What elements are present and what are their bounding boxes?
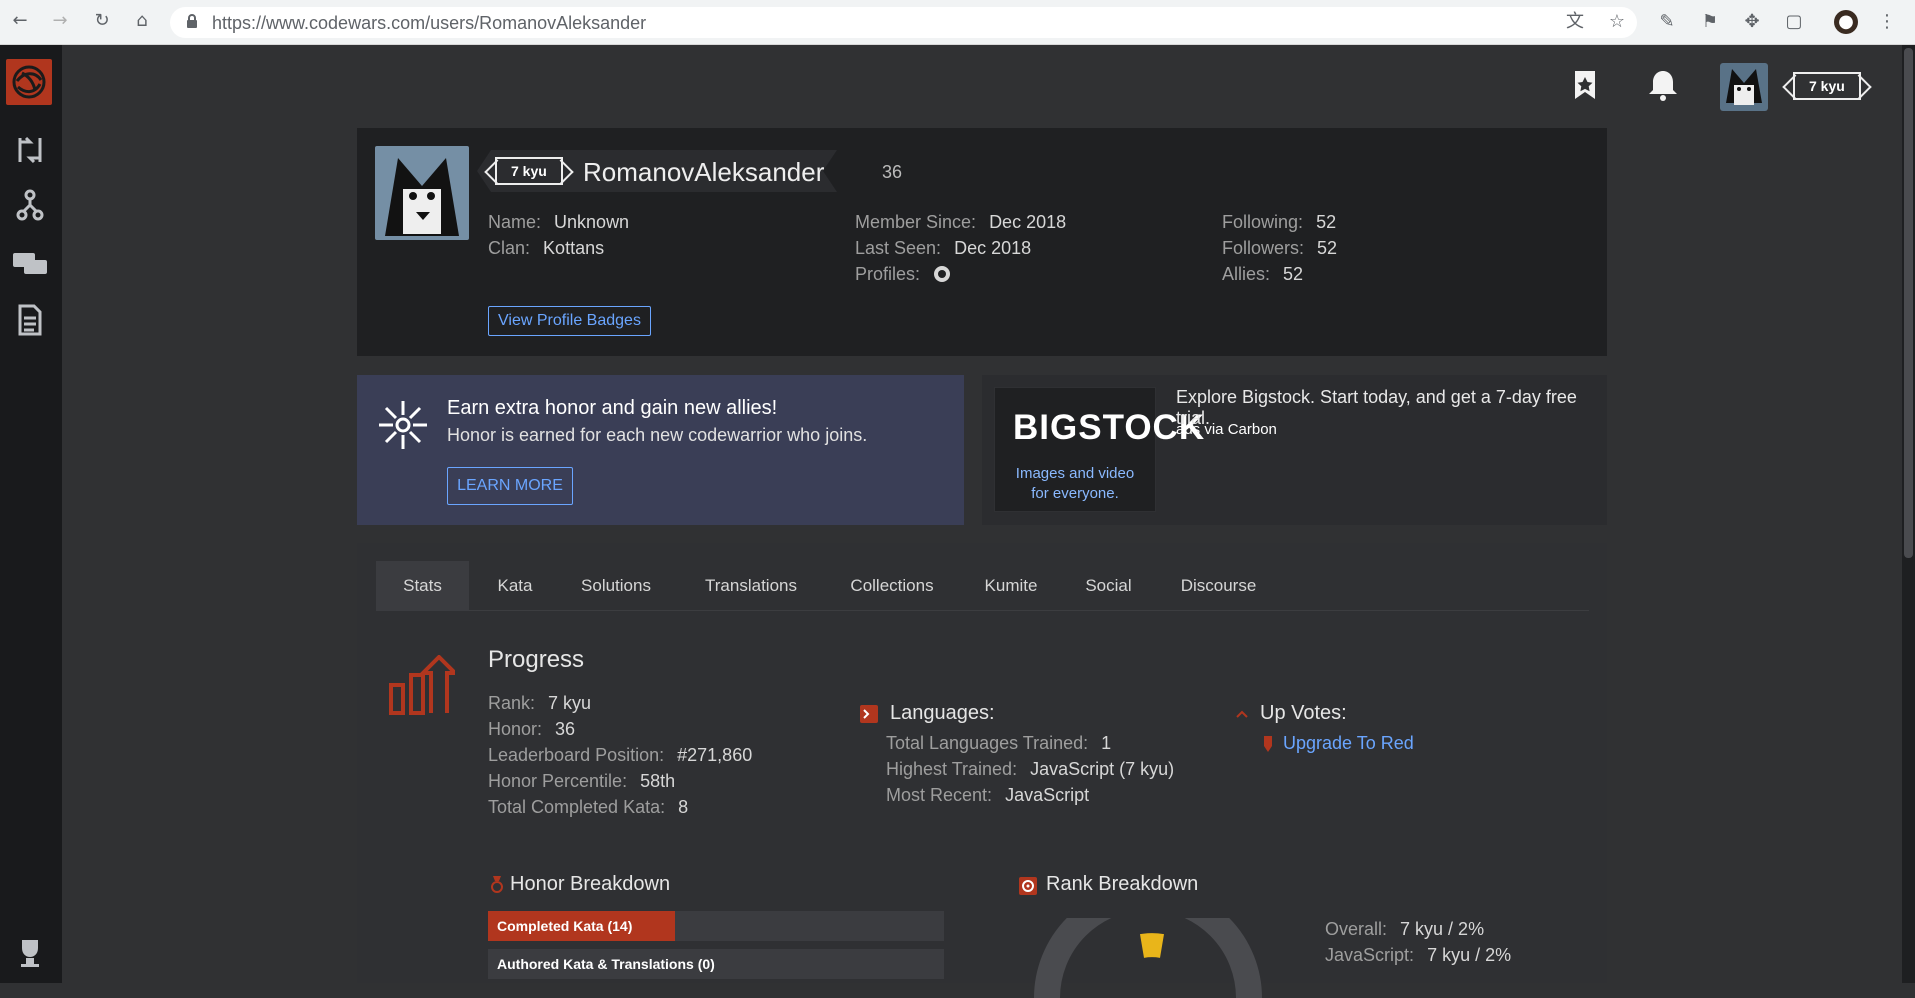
rank-overall: Overall: 7 kyu / 2%	[1325, 919, 1485, 939]
languages-highest: Highest Trained: JavaScript (7 kyu)	[886, 759, 1175, 779]
url-text[interactable]: https://www.codewars.com/users/RomanovAl…	[212, 13, 646, 34]
honor-breakdown-bars: Completed Kata (14) Authored Kata & Tran…	[488, 911, 944, 987]
honor-bar-authored-kata: Authored Kata & Translations (0)	[488, 949, 944, 979]
completed-kata-stat: Total Completed Kata: 8	[488, 797, 689, 817]
browser-toolbar: ← → ↻ ⌂ https://www.codewars.com/users/R…	[0, 0, 1915, 45]
profile-honor: 36	[882, 162, 903, 182]
leaderboard-stat: Leaderboard Position: #271,860	[488, 745, 753, 765]
upvotes-title: Up Votes:	[1260, 702, 1347, 724]
reload-icon[interactable]: ↻	[92, 11, 112, 31]
profile-tabs: Stats Kata Solutions Translations Collec…	[376, 561, 1589, 611]
honor-bar-label: Authored Kata & Translations (0)	[497, 956, 715, 972]
tab-discourse[interactable]: Discourse	[1166, 561, 1271, 611]
github-icon[interactable]	[933, 265, 951, 283]
following-field[interactable]: Following: 52	[1222, 212, 1336, 233]
languages-title: Languages:	[890, 702, 995, 724]
bigstock-caption: Images and video for everyone.	[1015, 465, 1135, 502]
referral-icon	[379, 401, 427, 449]
left-sidebar	[0, 45, 62, 983]
profiles-field: Profiles:	[855, 264, 951, 285]
terminal-icon	[863, 709, 870, 719]
tab-kata[interactable]: Kata	[487, 561, 543, 611]
languages-recent: Most Recent: JavaScript	[886, 785, 1090, 805]
bookmark-icon[interactable]	[1565, 65, 1605, 105]
allies-field[interactable]: Allies: 52	[1222, 264, 1303, 285]
progress-chart-icon	[389, 655, 455, 715]
ribbon-icon	[1264, 736, 1272, 752]
tab-stats[interactable]: Stats	[376, 561, 469, 611]
bookmark-star-icon[interactable]: ☆	[1605, 10, 1629, 34]
profile-avatar	[375, 146, 469, 240]
husky-avatar-image	[1720, 63, 1768, 111]
docs-icon[interactable]	[10, 300, 50, 340]
trophy-icon[interactable]	[10, 932, 50, 972]
lock-icon	[187, 14, 197, 28]
fork-icon[interactable]	[10, 185, 50, 225]
profile-avatar-icon[interactable]: ●	[1834, 10, 1858, 34]
medal-icon	[491, 876, 503, 893]
practice-icon[interactable]	[10, 130, 50, 170]
languages-total: Total Languages Trained: 1	[886, 733, 1112, 753]
clan-field: Clan: Kottans	[488, 238, 605, 258]
carbon-ad[interactable]: BIGSTOCK Images and video for everyone. …	[982, 375, 1607, 525]
tab-collections[interactable]: Collections	[837, 561, 947, 611]
profile-card: 7 kyu RomanovAleksander 36 Name: Unknown…	[357, 128, 1607, 356]
name-field: Name: Unknown	[488, 212, 630, 232]
menu-icon[interactable]: ⋮	[1875, 10, 1899, 34]
honor-bar-label: Completed Kata (14)	[497, 918, 633, 934]
extension-icon-4[interactable]: ▢	[1782, 10, 1806, 34]
member-since-field: Member Since: Dec 2018	[855, 212, 1067, 232]
tab-translations[interactable]: Translations	[691, 561, 811, 611]
upgrade-to-red-link[interactable]: Upgrade To Red	[1283, 733, 1414, 754]
languages-icon	[860, 705, 878, 723]
profile-content: Stats Kata Solutions Translations Collec…	[357, 543, 1607, 998]
top-header: 7 kyu 36	[62, 45, 1915, 127]
upvote-chevron-icon	[1236, 710, 1248, 718]
chat-icon[interactable]	[10, 245, 50, 285]
username: RomanovAleksander	[583, 157, 825, 187]
rank-stat: Rank: 7 kyu	[488, 693, 592, 713]
scrollbar-thumb[interactable]	[1904, 48, 1913, 558]
promo-subtitle: Honor is earned for each new codewarrior…	[447, 425, 868, 445]
husky-profile-image	[375, 146, 469, 240]
codewars-logo[interactable]	[6, 59, 52, 105]
honor-bar-completed-kata: Completed Kata (14)	[488, 911, 944, 941]
promo-box: Earn extra honor and gain new allies! Ho…	[357, 375, 964, 525]
promo-title: Earn extra honor and gain new allies!	[447, 397, 778, 419]
honor-stat: Honor: 36	[488, 719, 576, 739]
tab-kumite[interactable]: Kumite	[971, 561, 1051, 611]
translate-icon[interactable]: 文	[1563, 10, 1587, 34]
header-rank-badge[interactable]: 7 kyu	[1793, 72, 1861, 100]
target-icon	[1022, 880, 1034, 892]
rank-breakdown-chart	[1034, 918, 1262, 998]
user-avatar[interactable]	[1720, 63, 1768, 111]
bell-icon[interactable]	[1643, 65, 1683, 105]
home-icon[interactable]: ⌂	[132, 11, 152, 31]
extension-icon[interactable]: ✎	[1655, 10, 1679, 34]
forward-icon[interactable]: →	[50, 11, 70, 31]
rank-javascript: JavaScript: 7 kyu / 2%	[1325, 945, 1512, 965]
extension-icon-3[interactable]: ✥	[1740, 10, 1764, 34]
rank-breakdown-icon	[1019, 877, 1037, 895]
extension-icon-2[interactable]: ⚑	[1698, 10, 1722, 34]
tab-solutions[interactable]: Solutions	[568, 561, 664, 611]
learn-more-button[interactable]: LEARN MORE	[447, 467, 573, 505]
logo-icon	[12, 65, 46, 99]
view-profile-badges-button[interactable]: View Profile Badges	[488, 306, 651, 336]
tab-social[interactable]: Social	[1076, 561, 1141, 611]
ads-via-carbon-link[interactable]: ads via Carbon	[1176, 421, 1277, 438]
last-seen-field: Last Seen: Dec 2018	[855, 238, 1032, 258]
followers-field[interactable]: Followers: 52	[1222, 238, 1337, 259]
percentile-stat: Honor Percentile: 58th	[488, 771, 676, 791]
username-banner: 7 kyu RomanovAleksander	[477, 150, 837, 192]
honor-breakdown-title: Honor Breakdown	[510, 873, 671, 895]
profile-rank-badge: 7 kyu	[495, 157, 563, 185]
progress-title: Progress	[488, 646, 585, 673]
rank-breakdown-title: Rank Breakdown	[1046, 873, 1199, 895]
address-bar[interactable]: https://www.codewars.com/users/RomanovAl…	[170, 7, 1637, 38]
back-icon[interactable]: ←	[10, 11, 30, 31]
bigstock-ad-image[interactable]: BIGSTOCK Images and video for everyone.	[994, 387, 1204, 512]
